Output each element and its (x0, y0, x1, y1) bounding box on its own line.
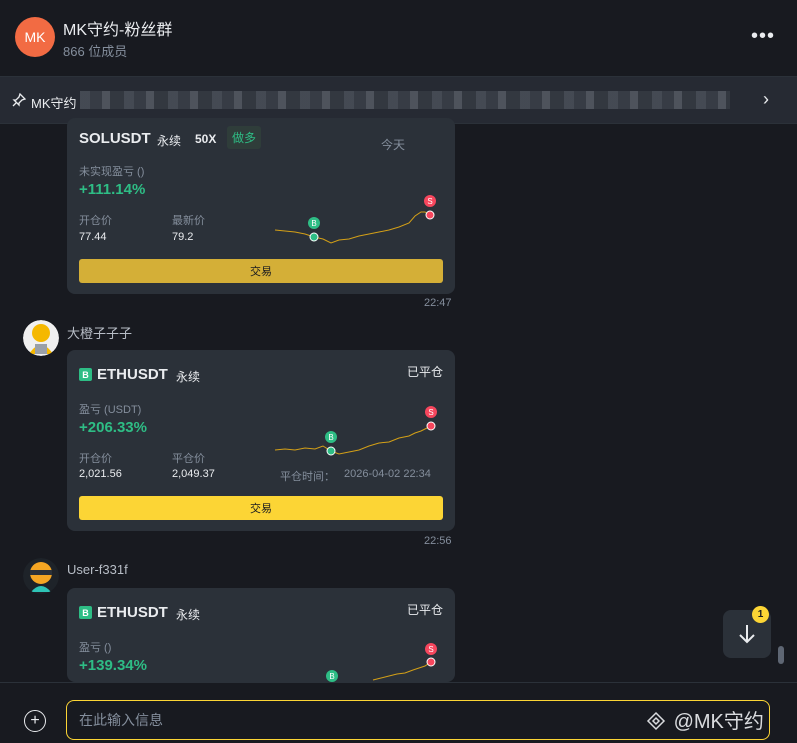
svg-text:S: S (428, 645, 433, 654)
card-perp: 永续 (157, 134, 182, 148)
add-attachment-button[interactable]: + (24, 710, 46, 732)
close-time-label: 平仓时间： (280, 471, 335, 483)
last-label: 最新价 (172, 215, 205, 227)
card-date: 今天 (380, 138, 405, 152)
chevron-right-icon[interactable]: › (763, 89, 769, 110)
last-value: 79.2 (172, 231, 194, 243)
chat-header: MK MK守约-粉丝群 866 位成员 ••• (0, 0, 797, 76)
message-composer: + @MK守约 (0, 682, 797, 743)
watermark-text: @MK守约 (673, 711, 764, 733)
svg-text:B: B (329, 672, 334, 681)
group-avatar[interactable]: MK (15, 17, 55, 57)
svg-text:S: S (428, 408, 433, 417)
watermark: @MK守约 (644, 705, 764, 734)
pnl-label: 盈亏 (USDT) (79, 404, 142, 416)
message-time: 22:56 (424, 535, 452, 547)
binance-badge-icon: B (79, 368, 92, 381)
close-value: 2,049.37 (172, 468, 215, 480)
unread-badge: 1 (752, 606, 769, 623)
diamond-logo-icon (646, 711, 666, 731)
user-avatar[interactable] (23, 320, 59, 356)
group-title[interactable]: MK守约-粉丝群 (63, 16, 172, 40)
close-time-value: 2026-04-02 22:34 (344, 468, 431, 480)
scrollbar-thumb[interactable] (778, 646, 784, 664)
position-card: SOLUSDT 永续 50X 做多 今天 未实现盈亏 () +111.14% 开… (67, 118, 455, 294)
blurred-text (80, 91, 730, 109)
svg-text:S: S (427, 197, 432, 206)
position-card: B ETHUSDT 永续 已平仓 盈亏 (USDT) +206.33% 开仓价 … (67, 350, 455, 531)
position-card: B ETHUSDT 永续 已平仓 盈亏 () +139.34% S B (67, 588, 455, 682)
card-pair: ETHUSDT (97, 366, 168, 383)
user-avatar[interactable] (23, 558, 59, 594)
open-label: 开仓价 (79, 453, 112, 465)
trade-button[interactable]: 交易 (79, 496, 443, 520)
card-pair: ETHUSDT (97, 604, 168, 621)
sparkline-chart: B S (274, 406, 437, 456)
open-label: 开仓价 (79, 215, 112, 227)
card-status: 已平仓 (406, 365, 443, 379)
user-name[interactable]: User-f331f (67, 562, 128, 577)
close-label: 平仓价 (172, 453, 205, 465)
pnl-value: +139.34% (79, 657, 147, 674)
pnl-label: 未实现盈亏 () (79, 166, 145, 178)
more-options-button[interactable]: ••• (751, 26, 775, 46)
svg-text:B: B (311, 219, 316, 228)
card-perp: 永续 (176, 370, 201, 384)
pnl-label: 盈亏 () (79, 642, 112, 654)
message-time: 22:47 (424, 297, 452, 309)
user-name[interactable]: 大橙子子子 (67, 323, 132, 342)
pinned-text: MK守约 (31, 96, 77, 111)
pnl-value: +206.33% (79, 419, 147, 436)
pinned-message-bar[interactable]: MK守约 › (0, 76, 797, 124)
sparkline-chart: S B (326, 643, 437, 682)
card-status: 已平仓 (406, 603, 443, 617)
card-pair: SOLUSDT (79, 130, 151, 147)
member-count: 866 位成员 (63, 44, 128, 59)
pnl-value: +111.14% (79, 181, 146, 198)
pin-icon (12, 92, 27, 110)
card-leverage: 50X (195, 132, 217, 146)
card-perp: 永续 (176, 608, 201, 622)
card-side-badge: 做多 (227, 126, 262, 149)
sparkline-chart: B S (274, 195, 436, 244)
open-value: 77.44 (79, 231, 107, 243)
arrow-down-icon (739, 625, 755, 644)
open-value: 2,021.56 (79, 468, 122, 480)
binance-badge-icon: B (79, 606, 92, 619)
trade-button[interactable]: 交易 (79, 259, 443, 283)
svg-text:B: B (328, 433, 333, 442)
